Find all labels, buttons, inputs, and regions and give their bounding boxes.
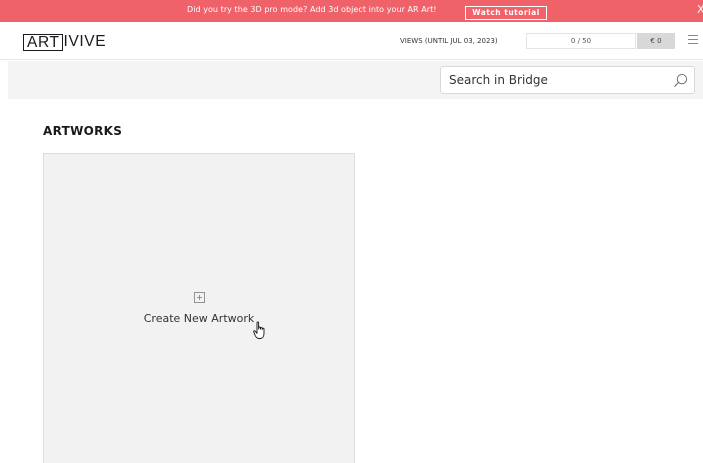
plus-square-icon [194,292,205,303]
section-title: ARTWORKS [43,124,123,138]
logo-boxed-text: ART [23,33,63,51]
artivive-logo[interactable]: ART IVIVE [23,33,106,51]
search-input[interactable] [449,67,664,93]
hamburger-menu-icon[interactable] [688,35,698,45]
promo-banner: Did you try the 3D pro mode? Add 3d obje… [0,0,703,22]
top-header: ART IVIVE VIEWS (UNTIL JUL 03, 2023) 0 / … [0,22,703,60]
search-box[interactable] [440,66,695,94]
balance-badge[interactable]: € 0 [637,33,675,49]
create-new-artwork-label: Create New Artwork [143,312,255,325]
promo-text: Did you try the 3D pro mode? Add 3d obje… [187,5,437,14]
search-bar-strip [8,61,703,99]
watch-tutorial-button[interactable]: Watch tutorial [465,6,547,20]
logo-text: IVIVE [63,33,107,50]
views-count: 0 / 50 [526,33,636,49]
views-label: VIEWS (UNTIL JUL 03, 2023) [400,37,498,45]
create-new-artwork-card[interactable]: Create New Artwork [43,153,355,463]
search-icon[interactable] [673,73,688,88]
hand-pointer-cursor-icon [253,321,265,339]
close-banner-icon[interactable]: X [697,3,703,17]
